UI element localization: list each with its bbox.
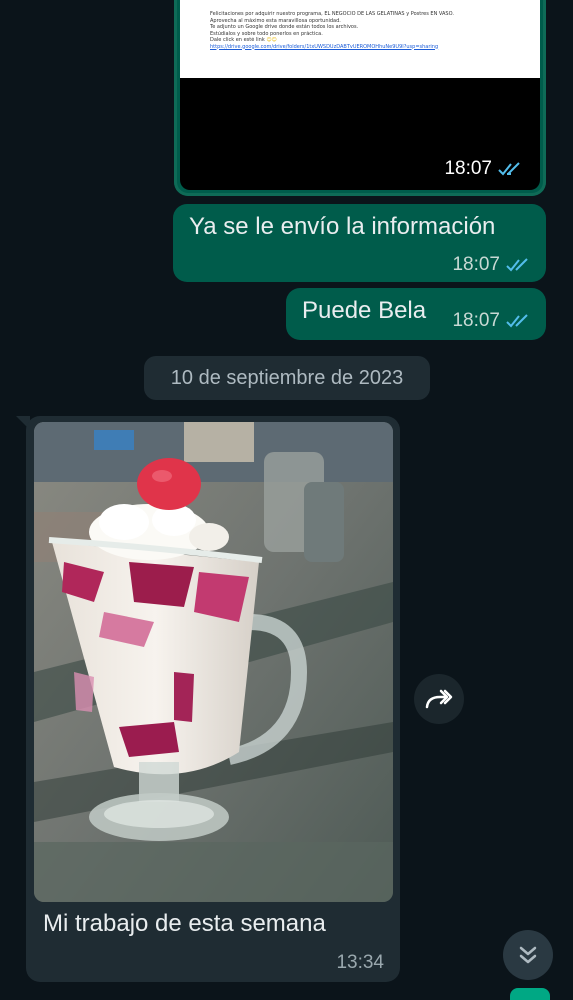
- message-meta: 18:07: [452, 254, 532, 276]
- message-time: 18:07: [452, 254, 500, 275]
- message-caption: Mi trabajo de esta semana: [43, 910, 326, 937]
- incoming-image-message[interactable]: Mi trabajo de esta semana 13:34: [26, 416, 400, 982]
- scroll-to-bottom-button[interactable]: [503, 930, 553, 980]
- outgoing-text-message[interactable]: Puede Bela 18:07: [286, 288, 546, 340]
- message-meta: 18:07: [444, 158, 524, 180]
- message-text: Puede Bela: [302, 297, 427, 324]
- outgoing-image-message[interactable]: Felicitaciones por adquirir nuestro prog…: [174, 0, 546, 196]
- message-time: 18:07: [452, 310, 500, 331]
- dessert-photo[interactable]: [34, 422, 393, 902]
- message-time: 13:34: [336, 952, 384, 973]
- date-separator: 10 de septiembre de 2023: [144, 356, 430, 400]
- document-screenshot-image[interactable]: Felicitaciones por adquirir nuestro prog…: [180, 0, 540, 190]
- message-meta: 18:07: [452, 310, 532, 332]
- doc-line-text: Dale click en esté link: [210, 37, 265, 43]
- double-chevron-down-icon: [519, 946, 537, 964]
- double-check-icon: [506, 258, 528, 272]
- forward-icon: [425, 689, 453, 709]
- double-check-icon: [498, 162, 520, 176]
- dessert-photo-illustration: [34, 422, 393, 902]
- message-text: Ya se le envío la información: [189, 213, 496, 240]
- double-check-icon: [506, 314, 528, 328]
- message-time: 18:07: [444, 158, 492, 179]
- document-page: Felicitaciones por adquirir nuestro prog…: [180, 0, 540, 78]
- emoji-icon: ☺☺: [266, 37, 277, 43]
- outgoing-text-message[interactable]: Ya se le envío la información 18:07: [173, 204, 546, 282]
- forward-button[interactable]: [414, 674, 464, 724]
- fab-button-peek[interactable]: [510, 988, 550, 1000]
- doc-link[interactable]: https://drive.google.com/drive/folders/1…: [210, 44, 540, 51]
